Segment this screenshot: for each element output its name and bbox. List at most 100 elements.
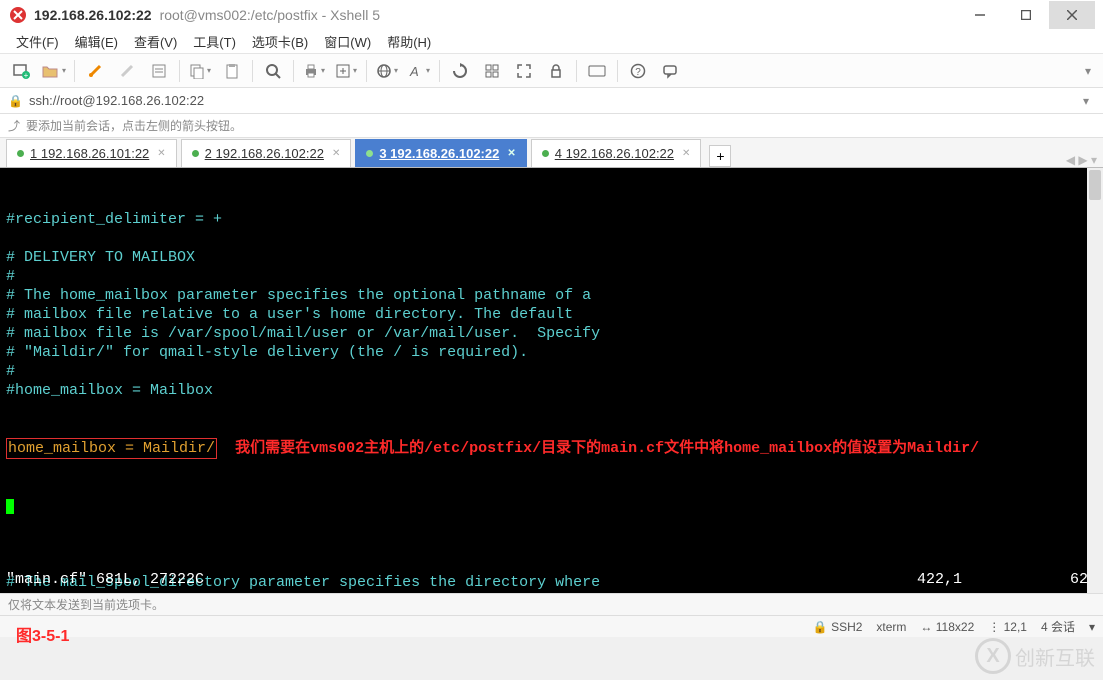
status-size: ↔ 118x22	[920, 618, 974, 635]
hint-arrow-icon[interactable]: ⤴	[8, 117, 20, 134]
cursor-pos-icon: ⋮	[988, 620, 1000, 634]
menu-window[interactable]: 窗口(W)	[316, 30, 379, 53]
app-logo-icon	[8, 5, 28, 25]
terminal-line: #recipient_delimiter = +	[6, 210, 1097, 229]
terminal-line: # mailbox file is /var/spool/mail/user o…	[6, 324, 1097, 343]
tab-close-icon[interactable]: ✕	[332, 148, 340, 159]
tabs-scroll-icons[interactable]: ◀ ▶ ▾	[1066, 153, 1097, 167]
minimize-button[interactable]	[957, 1, 1003, 29]
terminal-line: # The home_mailbox parameter specifies t…	[6, 286, 1097, 305]
terminal-line: # "Maildir/" for qmail-style delivery (t…	[6, 343, 1097, 362]
vim-status-line: "main.cf" 681L, 27222C 422,1 62%	[6, 570, 1097, 589]
menu-edit[interactable]: 编辑(E)	[67, 30, 126, 53]
disconnect-icon[interactable]	[113, 57, 141, 85]
terminal-line: #home_mailbox = Mailbox	[6, 381, 1097, 400]
toolbar: + A ? ▾	[0, 54, 1103, 88]
toolbar-separator	[617, 60, 618, 82]
toolbar-separator	[179, 60, 180, 82]
terminal-pane[interactable]: #recipient_delimiter = + # DELIVERY TO M…	[0, 168, 1103, 593]
resize-icon: ↔	[920, 620, 932, 634]
menu-help[interactable]: 帮助(H)	[379, 30, 439, 53]
session-tab-2[interactable]: 2 192.168.26.102:22✕	[181, 139, 352, 167]
paste-icon[interactable]	[218, 57, 246, 85]
status-dot-icon	[192, 150, 199, 157]
window-title-host: 192.168.26.102:22	[34, 7, 152, 23]
status-dot-icon	[17, 150, 24, 157]
address-bar[interactable]: 🔒 ssh://root@192.168.26.102:22 ▾	[0, 88, 1103, 114]
search-icon[interactable]	[259, 57, 287, 85]
svg-text:?: ?	[635, 67, 641, 78]
annotation-text: 我们需要在vms002主机上的/etc/postfix/目录下的main.cf文…	[235, 440, 979, 457]
terminal-line: # UNIX-style mailboxes are kept. The def…	[6, 592, 1097, 593]
status-bar: 🔒 SSH2 xterm ↔ 118x22 ⋮ 12,1 4 会话 ▾	[0, 615, 1103, 637]
chat-icon[interactable]	[656, 57, 684, 85]
keyboard-icon[interactable]	[583, 57, 611, 85]
highlighted-config-line: home_mailbox = Maildir/	[8, 440, 215, 457]
copy-icon[interactable]	[186, 57, 214, 85]
help-icon[interactable]: ?	[624, 57, 652, 85]
menu-tools[interactable]: 工具(T)	[185, 30, 244, 53]
toolbar-separator	[74, 60, 75, 82]
watermark: X创新互联	[975, 638, 1095, 674]
close-button[interactable]	[1049, 1, 1095, 29]
tab-close-icon[interactable]: ✕	[157, 148, 165, 159]
status-dot-icon	[366, 150, 373, 157]
new-session-icon[interactable]: +	[8, 57, 36, 85]
scroll-thumb[interactable]	[1089, 170, 1101, 200]
terminal-scrollbar[interactable]	[1087, 168, 1103, 593]
maximize-button[interactable]	[1003, 1, 1049, 29]
menu-bar: 文件(F) 编辑(E) 查看(V) 工具(T) 选项卡(B) 窗口(W) 帮助(…	[0, 30, 1103, 54]
svg-text:+: +	[24, 71, 29, 80]
tabs-bar: 1 192.168.26.101:22✕ 2 192.168.26.102:22…	[0, 138, 1103, 168]
menu-view[interactable]: 查看(V)	[126, 30, 185, 53]
address-url[interactable]: ssh://root@192.168.26.102:22	[29, 93, 204, 108]
terminal-line: # DELIVERY TO MAILBOX	[6, 248, 1097, 267]
cursor-icon	[6, 499, 14, 514]
figure-label: 图3-5-1	[16, 622, 69, 646]
menu-tabs[interactable]: 选项卡(B)	[244, 30, 316, 53]
lock-small-icon: 🔒	[813, 620, 828, 634]
refresh-icon[interactable]	[446, 57, 474, 85]
properties-icon[interactable]	[145, 57, 173, 85]
footer-hint: 仅将文本发送到当前选项卡。	[0, 593, 1103, 615]
status-cursor: ⋮ 12,1	[988, 618, 1027, 635]
svg-text:A: A	[409, 64, 419, 79]
status-proto: 🔒 SSH2	[813, 618, 863, 635]
window-title-path: root@vms002:/etc/postfix - Xshell 5	[160, 7, 380, 23]
globe-icon[interactable]	[373, 57, 401, 85]
title-bar: 192.168.26.102:22 root@vms002:/etc/postf…	[0, 0, 1103, 30]
terminal-line	[6, 229, 1097, 248]
fullscreen-icon[interactable]	[510, 57, 538, 85]
toolbar-separator	[366, 60, 367, 82]
hint-bar: ⤴ 要添加当前会话，点击左侧的箭头按钮。	[0, 114, 1103, 138]
status-dropdown-icon[interactable]: ▾	[1089, 618, 1095, 635]
toolbar-overflow-icon[interactable]: ▾	[1079, 64, 1097, 78]
status-dot-icon	[542, 150, 549, 157]
toolbar-separator	[252, 60, 253, 82]
transfer-icon[interactable]	[332, 57, 360, 85]
address-dropdown-icon[interactable]: ▾	[1077, 94, 1095, 108]
session-tab-4[interactable]: 4 192.168.26.102:22✕	[531, 139, 702, 167]
terminal-line: #	[6, 267, 1097, 286]
menu-file[interactable]: 文件(F)	[8, 30, 67, 53]
toolbar-separator	[293, 60, 294, 82]
ssh-lock-icon: 🔒	[8, 94, 23, 108]
tab-close-icon[interactable]: ✕	[507, 148, 515, 159]
toolbar-separator	[576, 60, 577, 82]
status-term: xterm	[876, 618, 906, 635]
reconnect-icon[interactable]	[81, 57, 109, 85]
open-session-icon[interactable]	[40, 57, 68, 85]
font-icon[interactable]: A	[405, 57, 433, 85]
print-icon[interactable]	[300, 57, 328, 85]
session-tab-3[interactable]: 3 192.168.26.102:22✕	[355, 139, 526, 167]
hint-text: 要添加当前会话，点击左侧的箭头按钮。	[26, 117, 242, 134]
toolbar-separator	[439, 60, 440, 82]
status-sessions: 4 会话	[1041, 618, 1075, 635]
tab-close-icon[interactable]: ✕	[682, 148, 690, 159]
lock-icon[interactable]	[542, 57, 570, 85]
tile-icon[interactable]	[478, 57, 506, 85]
terminal-line: # mailbox file relative to a user's home…	[6, 305, 1097, 324]
session-tab-1[interactable]: 1 192.168.26.101:22✕	[6, 139, 177, 167]
add-tab-button[interactable]: +	[709, 145, 731, 167]
terminal-line: #	[6, 362, 1097, 381]
